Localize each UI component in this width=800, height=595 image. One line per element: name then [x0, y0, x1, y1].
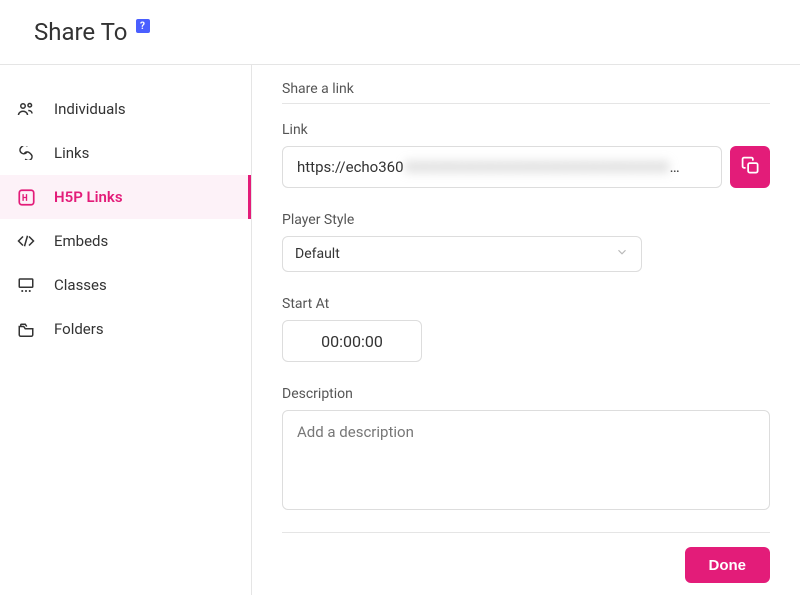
sidebar-item-individuals[interactable]: Individuals — [0, 87, 251, 131]
sidebar-item-label: Classes — [54, 276, 107, 294]
chevron-down-icon — [615, 245, 629, 263]
footer-divider — [282, 532, 770, 533]
sidebar-item-label: Links — [54, 144, 89, 162]
description-textarea[interactable] — [282, 410, 770, 510]
link-icon — [16, 146, 36, 160]
start-at-label: Start At — [282, 296, 770, 312]
sidebar-item-label: Embeds — [54, 232, 108, 250]
description-label: Description — [282, 386, 770, 402]
player-style-value: Default — [295, 246, 340, 262]
start-at-input[interactable] — [282, 320, 422, 362]
sidebar-item-folders[interactable]: Folders — [0, 307, 251, 351]
done-button[interactable]: Done — [685, 547, 771, 583]
link-ellipsis: … — [670, 158, 680, 176]
sidebar-item-label: Folders — [54, 320, 104, 338]
dialog-footer: Done — [282, 547, 770, 593]
player-style-label: Player Style — [282, 212, 770, 228]
sidebar-item-label: H5P Links — [54, 188, 123, 206]
start-at-field-group: Start At — [282, 296, 770, 362]
share-dialog: Share To ? Individuals — [0, 0, 800, 595]
main-panel: Share a link Link https://echo3600000000… — [252, 65, 800, 595]
description-field-group: Description — [282, 386, 770, 514]
player-style-field-group: Player Style Default — [282, 212, 770, 272]
copy-icon — [741, 156, 760, 178]
sidebar: Individuals Links H5P — [0, 65, 252, 595]
link-input[interactable]: https://echo3600000000000000000000000000… — [282, 146, 722, 188]
link-label: Link — [282, 122, 770, 138]
sidebar-item-classes[interactable]: Classes — [0, 263, 251, 307]
h5p-icon — [16, 189, 36, 206]
sidebar-item-links[interactable]: Links — [0, 131, 251, 175]
copy-link-button[interactable] — [730, 146, 770, 188]
class-icon — [16, 277, 36, 293]
section-title: Share a link — [282, 81, 770, 97]
dialog-body: Individuals Links H5P — [0, 64, 800, 595]
section-divider — [282, 103, 770, 104]
link-visible-text: https://echo360 — [297, 158, 404, 176]
dialog-header: Share To ? — [0, 0, 800, 64]
help-icon[interactable]: ? — [136, 19, 150, 33]
users-icon — [16, 101, 36, 117]
folder-icon — [16, 322, 36, 337]
link-obscured-text: 0000000000000000000000000000 — [406, 158, 670, 176]
sidebar-item-embeds[interactable]: Embeds — [0, 219, 251, 263]
sidebar-item-label: Individuals — [54, 100, 126, 118]
sidebar-item-h5p-links[interactable]: H5P Links — [0, 175, 251, 219]
player-style-select[interactable]: Default — [282, 236, 642, 272]
code-icon — [16, 234, 36, 248]
dialog-title: Share To — [34, 18, 128, 46]
link-field-group: Link https://echo36000000000000000000000… — [282, 122, 770, 188]
